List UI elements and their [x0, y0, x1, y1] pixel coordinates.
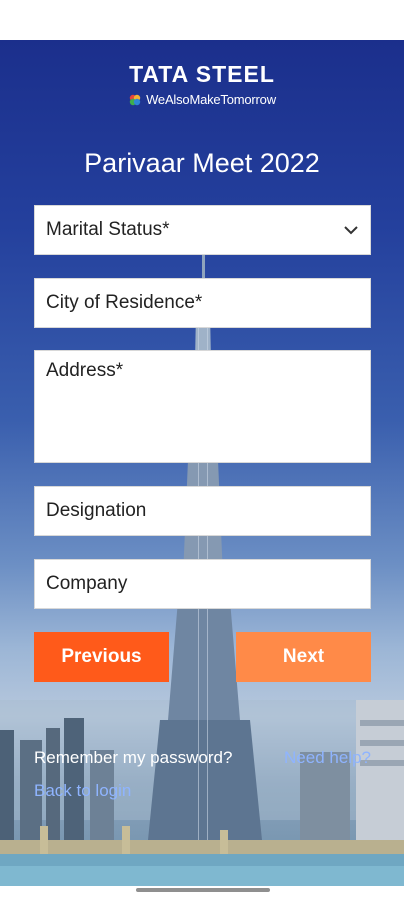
- brand-tagline: WeAlsoMakeTomorrow: [128, 92, 276, 108]
- city-of-residence-placeholder: City of Residence*: [46, 292, 203, 313]
- remember-password-link[interactable]: Remember my password?: [34, 748, 232, 768]
- brand-name: TATA STEEL: [129, 61, 275, 87]
- city-of-residence-field[interactable]: City of Residence*: [34, 278, 371, 328]
- tagline-text: WeAlsoMakeTomorrow: [146, 92, 276, 107]
- chevron-down-icon: [340, 219, 362, 241]
- page-title: Parivaar Meet 2022: [84, 148, 320, 178]
- status-bar: [0, 0, 404, 40]
- back-to-login-link[interactable]: Back to login: [34, 781, 131, 801]
- tata-flower-icon: [128, 93, 142, 107]
- marital-status-select[interactable]: Marital Status*: [34, 205, 371, 255]
- company-field[interactable]: Company: [34, 559, 371, 609]
- marital-status-label: Marital Status*: [46, 219, 170, 240]
- company-placeholder: Company: [46, 573, 128, 594]
- address-placeholder: Address*: [46, 360, 124, 381]
- previous-button[interactable]: Previous: [34, 632, 169, 682]
- next-button[interactable]: Next: [236, 632, 371, 682]
- address-field[interactable]: Address*: [34, 350, 371, 463]
- app-screen: TATA STEEL WeAlsoMakeTomorrow Parivaar M…: [0, 0, 404, 900]
- home-gesture-handle[interactable]: [136, 888, 270, 892]
- designation-placeholder: Designation: [46, 500, 147, 521]
- brand-logo: TATA STEEL WeAlsoMakeTomorrow: [0, 60, 404, 112]
- designation-field[interactable]: Designation: [34, 486, 371, 536]
- need-help-link[interactable]: Need help?: [284, 748, 371, 768]
